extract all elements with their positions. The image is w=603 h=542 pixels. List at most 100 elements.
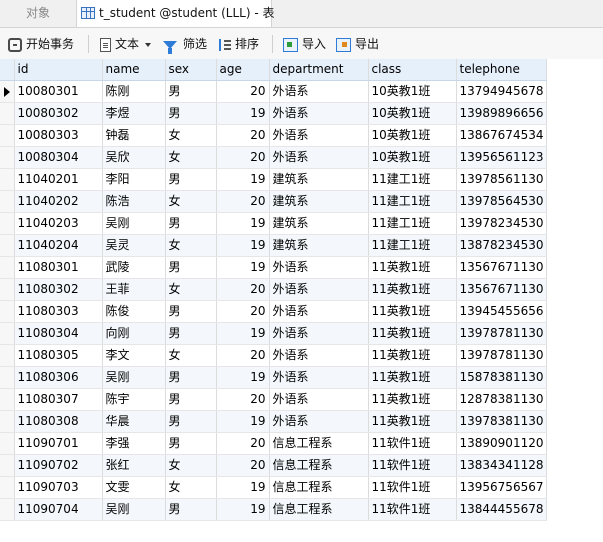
cell-age[interactable]: 20 [216,344,270,367]
cell-telephone[interactable]: 13978234530 [456,212,548,235]
cell-telephone[interactable]: 13956561123 [456,146,548,169]
cell-telephone[interactable]: 13867674534 [456,124,548,147]
column-header-name[interactable]: name [102,59,166,81]
row-selector[interactable] [0,168,15,191]
cell-telephone[interactable]: 13567671130 [456,256,548,279]
cell-age[interactable]: 19 [216,410,270,433]
cell-id[interactable]: 10080301 [14,80,103,103]
row-selector[interactable] [0,190,15,213]
cell-class[interactable]: 11软件1班 [368,454,457,477]
cell-department[interactable]: 外语系 [269,344,369,367]
cell-class[interactable]: 11软件1班 [368,432,457,455]
cell-id[interactable]: 11090703 [14,476,103,499]
cell-name[interactable]: 吴刚 [102,212,166,235]
cell-name[interactable]: 吴灵 [102,234,166,257]
cell-id[interactable]: 11080302 [14,278,103,301]
cell-id[interactable]: 11080308 [14,410,103,433]
table-row[interactable]: 11040201 李阳男 19 建筑系 11建工1班 13978561130 [0,168,548,191]
cell-class[interactable]: 11软件1班 [368,476,457,499]
cell-department[interactable]: 外语系 [269,80,369,103]
cell-name[interactable]: 李强 [102,432,166,455]
cell-department[interactable]: 建筑系 [269,212,369,235]
cell-age[interactable]: 19 [216,476,270,499]
cell-class[interactable]: 11建工1班 [368,212,457,235]
table-row[interactable]: 11080302 王菲女 20 外语系 11英教1班 13567671130 [0,278,548,301]
cell-class[interactable]: 11英教1班 [368,410,457,433]
row-selector[interactable] [0,124,15,147]
row-selector[interactable] [0,344,15,367]
cell-age[interactable]: 19 [216,102,270,125]
table-row[interactable]: 11080307 陈宇男 20 外语系 11英教1班 12878381130 [0,388,548,411]
cell-age[interactable]: 19 [216,256,270,279]
table-row[interactable]: 10080302 李煜男 19 外语系 10英教1班 13989896656 [0,102,548,125]
cell-department[interactable]: 外语系 [269,322,369,345]
cell-age[interactable]: 20 [216,278,270,301]
cell-class[interactable]: 11建工1班 [368,168,457,191]
cell-telephone[interactable]: 13794945678 [456,80,548,103]
cell-class[interactable]: 11英教1班 [368,278,457,301]
table-row[interactable]: 11080304 向刚男 19 外语系 11英教1班 13978781130 [0,322,548,345]
cell-id[interactable]: 11090704 [14,498,103,521]
cell-name[interactable]: 李煜 [102,102,166,125]
row-selector[interactable] [0,278,15,301]
cell-sex[interactable]: 男 [165,432,217,455]
cell-telephone[interactable]: 13844455678 [456,498,548,521]
cell-id[interactable]: 11080301 [14,256,103,279]
cell-sex[interactable]: 男 [165,168,217,191]
row-selector[interactable] [0,454,15,477]
cell-telephone[interactable]: 13834341128 [456,454,548,477]
cell-sex[interactable]: 男 [165,80,217,103]
cell-id[interactable]: 11080305 [14,344,103,367]
cell-class[interactable]: 11建工1班 [368,190,457,213]
cell-telephone[interactable]: 13978561130 [456,168,548,191]
cell-sex[interactable]: 男 [165,102,217,125]
table-row[interactable]: 10080301 陈刚男 20 外语系 10英教1班 13794945678 [0,80,548,103]
table-row[interactable]: 11090703 文雯女 19 信息工程系 11软件1班 13956756567 [0,476,548,499]
cell-department[interactable]: 外语系 [269,124,369,147]
cell-age[interactable]: 20 [216,190,270,213]
cell-age[interactable]: 19 [216,322,270,345]
cell-telephone[interactable]: 13989896656 [456,102,548,125]
cell-sex[interactable]: 女 [165,190,217,213]
cell-age[interactable]: 19 [216,498,270,521]
filter-button[interactable]: 筛选 [163,34,207,54]
cell-age[interactable]: 20 [216,454,270,477]
cell-sex[interactable]: 女 [165,278,217,301]
cell-age[interactable]: 20 [216,146,270,169]
cell-name[interactable]: 武陵 [102,256,166,279]
row-selector[interactable] [0,388,15,411]
cell-name[interactable]: 李文 [102,344,166,367]
cell-age[interactable]: 20 [216,124,270,147]
cell-sex[interactable]: 男 [165,256,217,279]
row-selector[interactable] [0,300,15,323]
export-button[interactable]: 导出 [336,34,379,54]
table-row[interactable]: 11040202 陈浩女 20 建筑系 11建工1班 13978564530 [0,190,548,213]
cell-sex[interactable]: 男 [165,498,217,521]
row-selector[interactable] [0,212,15,235]
cell-telephone[interactable]: 12878381130 [456,388,548,411]
cell-department[interactable]: 建筑系 [269,168,369,191]
cell-id[interactable]: 10080302 [14,102,103,125]
tab-objects[interactable]: 对象 [0,0,76,27]
cell-sex[interactable]: 女 [165,344,217,367]
cell-class[interactable]: 11建工1班 [368,234,457,257]
row-selector[interactable] [0,234,15,257]
cell-department[interactable]: 信息工程系 [269,454,369,477]
cell-class[interactable]: 10英教1班 [368,102,457,125]
row-selector[interactable] [0,102,15,125]
column-header-department[interactable]: department [269,59,369,81]
cell-id[interactable]: 11090702 [14,454,103,477]
cell-class[interactable]: 11软件1班 [368,498,457,521]
cell-id[interactable]: 11080304 [14,322,103,345]
row-selector[interactable] [0,146,15,169]
table-row[interactable]: 11080303 陈俊男 20 外语系 11英教1班 13945455656 [0,300,548,323]
cell-id[interactable]: 11080306 [14,366,103,389]
cell-sex[interactable]: 女 [165,454,217,477]
cell-age[interactable]: 19 [216,366,270,389]
cell-department[interactable]: 信息工程系 [269,432,369,455]
cell-department[interactable]: 外语系 [269,146,369,169]
cell-age[interactable]: 20 [216,388,270,411]
cell-telephone[interactable]: 13878234530 [456,234,548,257]
cell-age[interactable]: 20 [216,80,270,103]
cell-age[interactable]: 19 [216,168,270,191]
